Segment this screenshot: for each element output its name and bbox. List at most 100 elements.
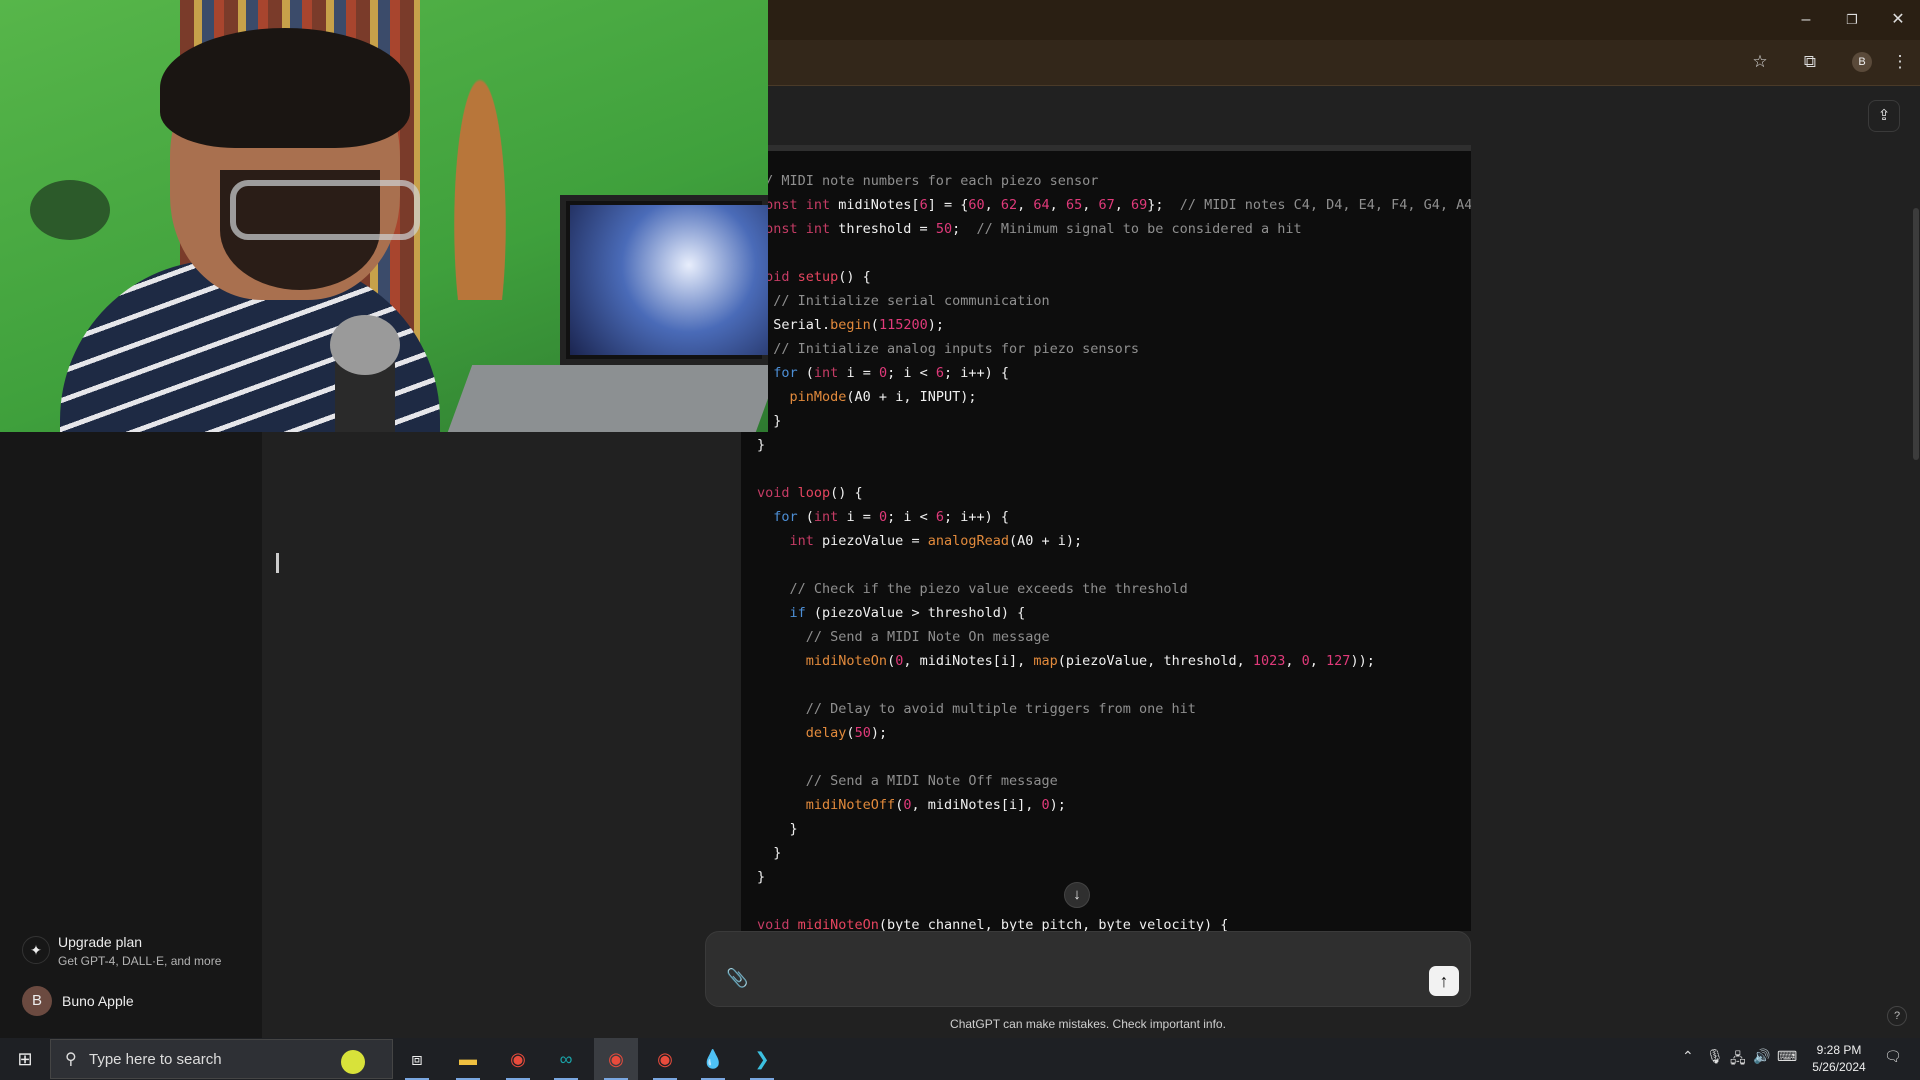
code-token: (A0 + i, INPUT); (846, 389, 977, 405)
code-token: // Send a MIDI Note Off message (805, 773, 1058, 789)
code-token: 1023 (1252, 653, 1286, 669)
restore-button[interactable]: ❐ (1837, 8, 1867, 32)
drop-app-icon[interactable]: 💧 (691, 1038, 735, 1080)
code-token: ( (797, 365, 814, 381)
code-token: , (984, 197, 1001, 213)
code-token: (byte channel, byte pitch, byte velocity… (878, 917, 1229, 931)
help-button[interactable]: ? (1887, 1006, 1907, 1026)
code-token: , (1309, 653, 1327, 669)
user-menu[interactable]: B Buno Apple (22, 986, 252, 1016)
code-token: ; i++) { (944, 509, 1010, 525)
code-token: ( (887, 653, 896, 669)
volume-icon[interactable]: 🔊 (1753, 1048, 1770, 1065)
search-input[interactable]: Type here to search (89, 1051, 222, 1068)
code-line: if (piezoValue > threshold) { (757, 601, 1471, 625)
keyboard-icon[interactable]: ⌨ (1777, 1048, 1797, 1065)
code-token: ; i < (887, 509, 936, 525)
code-token: void (757, 917, 798, 931)
code-token: analogRead (927, 533, 1009, 549)
send-button[interactable]: ↑ (1429, 966, 1459, 996)
puzzle-icon[interactable]: ⧉ (1796, 48, 1824, 76)
code-line: } (757, 409, 1471, 433)
code-line: } (757, 817, 1471, 841)
code-token: if (789, 605, 806, 621)
code-token: void (757, 485, 798, 501)
code-line: for (int i = 0; i < 6; i++) { (757, 361, 1471, 385)
code-token: , (1049, 197, 1066, 213)
chevron-up-icon[interactable]: ⌃ (1682, 1048, 1694, 1065)
taskbar-search[interactable]: ⚲ Type here to search (50, 1039, 393, 1079)
close-button[interactable]: ✕ (1883, 8, 1913, 32)
chrome-icon[interactable]: ◉ (496, 1038, 540, 1080)
code-token: } (757, 437, 766, 453)
upgrade-subtitle: Get GPT-4, DALL·E, and more (58, 954, 222, 968)
upgrade-plan-button[interactable]: ✦ Upgrade plan Get GPT-4, DALL·E, and mo… (20, 928, 250, 974)
code-line: const int threshold = 50; // Minimum sig… (757, 217, 1471, 241)
code-token: i = (838, 365, 879, 381)
clock[interactable]: 9:28 PM 5/26/2024 (1808, 1042, 1870, 1076)
code-token: 6 (935, 509, 945, 525)
scroll-down-button[interactable]: ↓ (1064, 882, 1090, 908)
code-line: } (757, 865, 1471, 889)
code-line: Serial.begin(115200); (757, 313, 1471, 337)
code-token: , midiNotes[i], (911, 797, 1042, 813)
windows-start-icon[interactable]: ⊞ (0, 1038, 50, 1080)
code-token: int (789, 533, 814, 549)
code-line: // MIDI note numbers for each piezo sens… (757, 169, 1471, 193)
terminal-icon[interactable]: ❯ (740, 1038, 784, 1080)
star-icon[interactable]: ☆ (1746, 48, 1774, 76)
task-view-icon[interactable]: ⧈ (395, 1038, 439, 1080)
code-token: int (813, 509, 839, 525)
code-token: 0 (1301, 653, 1310, 669)
code-token: 50 (935, 221, 953, 237)
sparkles-icon: ✦ (22, 936, 50, 964)
code-token: 65 (1065, 197, 1083, 213)
avatar: B (22, 986, 52, 1016)
code-line: for (int i = 0; i < 6; i++) { (757, 505, 1471, 529)
code-token: 69 (1131, 197, 1148, 213)
kebab-icon[interactable]: ⋮ (1886, 48, 1914, 76)
date: 5/26/2024 (1812, 1060, 1866, 1074)
file-explorer-icon[interactable]: ▬ (446, 1038, 490, 1080)
code-token: setup (797, 269, 839, 285)
code-token: ; i++) { (944, 365, 1010, 381)
code-token: } (757, 821, 798, 837)
scrollbar[interactable] (1913, 208, 1919, 460)
arduino-icon[interactable]: ∞ (544, 1038, 588, 1080)
time: 9:28 PM (1816, 1043, 1862, 1057)
code-token: } (757, 845, 782, 861)
profile-button[interactable]: B (1852, 52, 1872, 72)
microphone-icon[interactable]: 🎙 (1706, 1048, 1724, 1065)
chrome-icon[interactable]: ◉ (643, 1038, 687, 1080)
code-token: 127 (1326, 653, 1351, 669)
code-token: // Initialize analog inputs for piezo se… (773, 341, 1140, 357)
minimize-button[interactable]: – (1791, 8, 1821, 32)
code-token: , midiNotes[i], (903, 653, 1034, 669)
code-line: midiNoteOff(0, midiNotes[i], 0); (757, 793, 1471, 817)
chrome-active-icon[interactable]: ◉ (594, 1038, 638, 1080)
share-button[interactable]: ⇪ (1868, 100, 1900, 132)
code-line: void loop() { (757, 481, 1471, 505)
code-line: const int midiNotes[6] = {60, 62, 64, 65… (757, 193, 1471, 217)
code-line: pinMode(A0 + i, INPUT); (757, 385, 1471, 409)
message-input[interactable]: 📎 ↑ (705, 931, 1471, 1007)
code-line: // Check if the piezo value exceeds the … (757, 577, 1471, 601)
network-icon[interactable]: 🖧 (1730, 1048, 1746, 1072)
notification-icon[interactable]: 🗨 (1884, 1048, 1902, 1065)
code-token: // Send a MIDI Note On message (805, 629, 1050, 645)
search-icon: ⚲ (65, 1051, 77, 1068)
code-token: }; (1147, 197, 1180, 213)
paperclip-icon[interactable]: 📎 (726, 968, 748, 989)
text-cursor (276, 553, 279, 573)
code-token: () { (838, 269, 871, 285)
code-line: // Send a MIDI Note On message (757, 625, 1471, 649)
